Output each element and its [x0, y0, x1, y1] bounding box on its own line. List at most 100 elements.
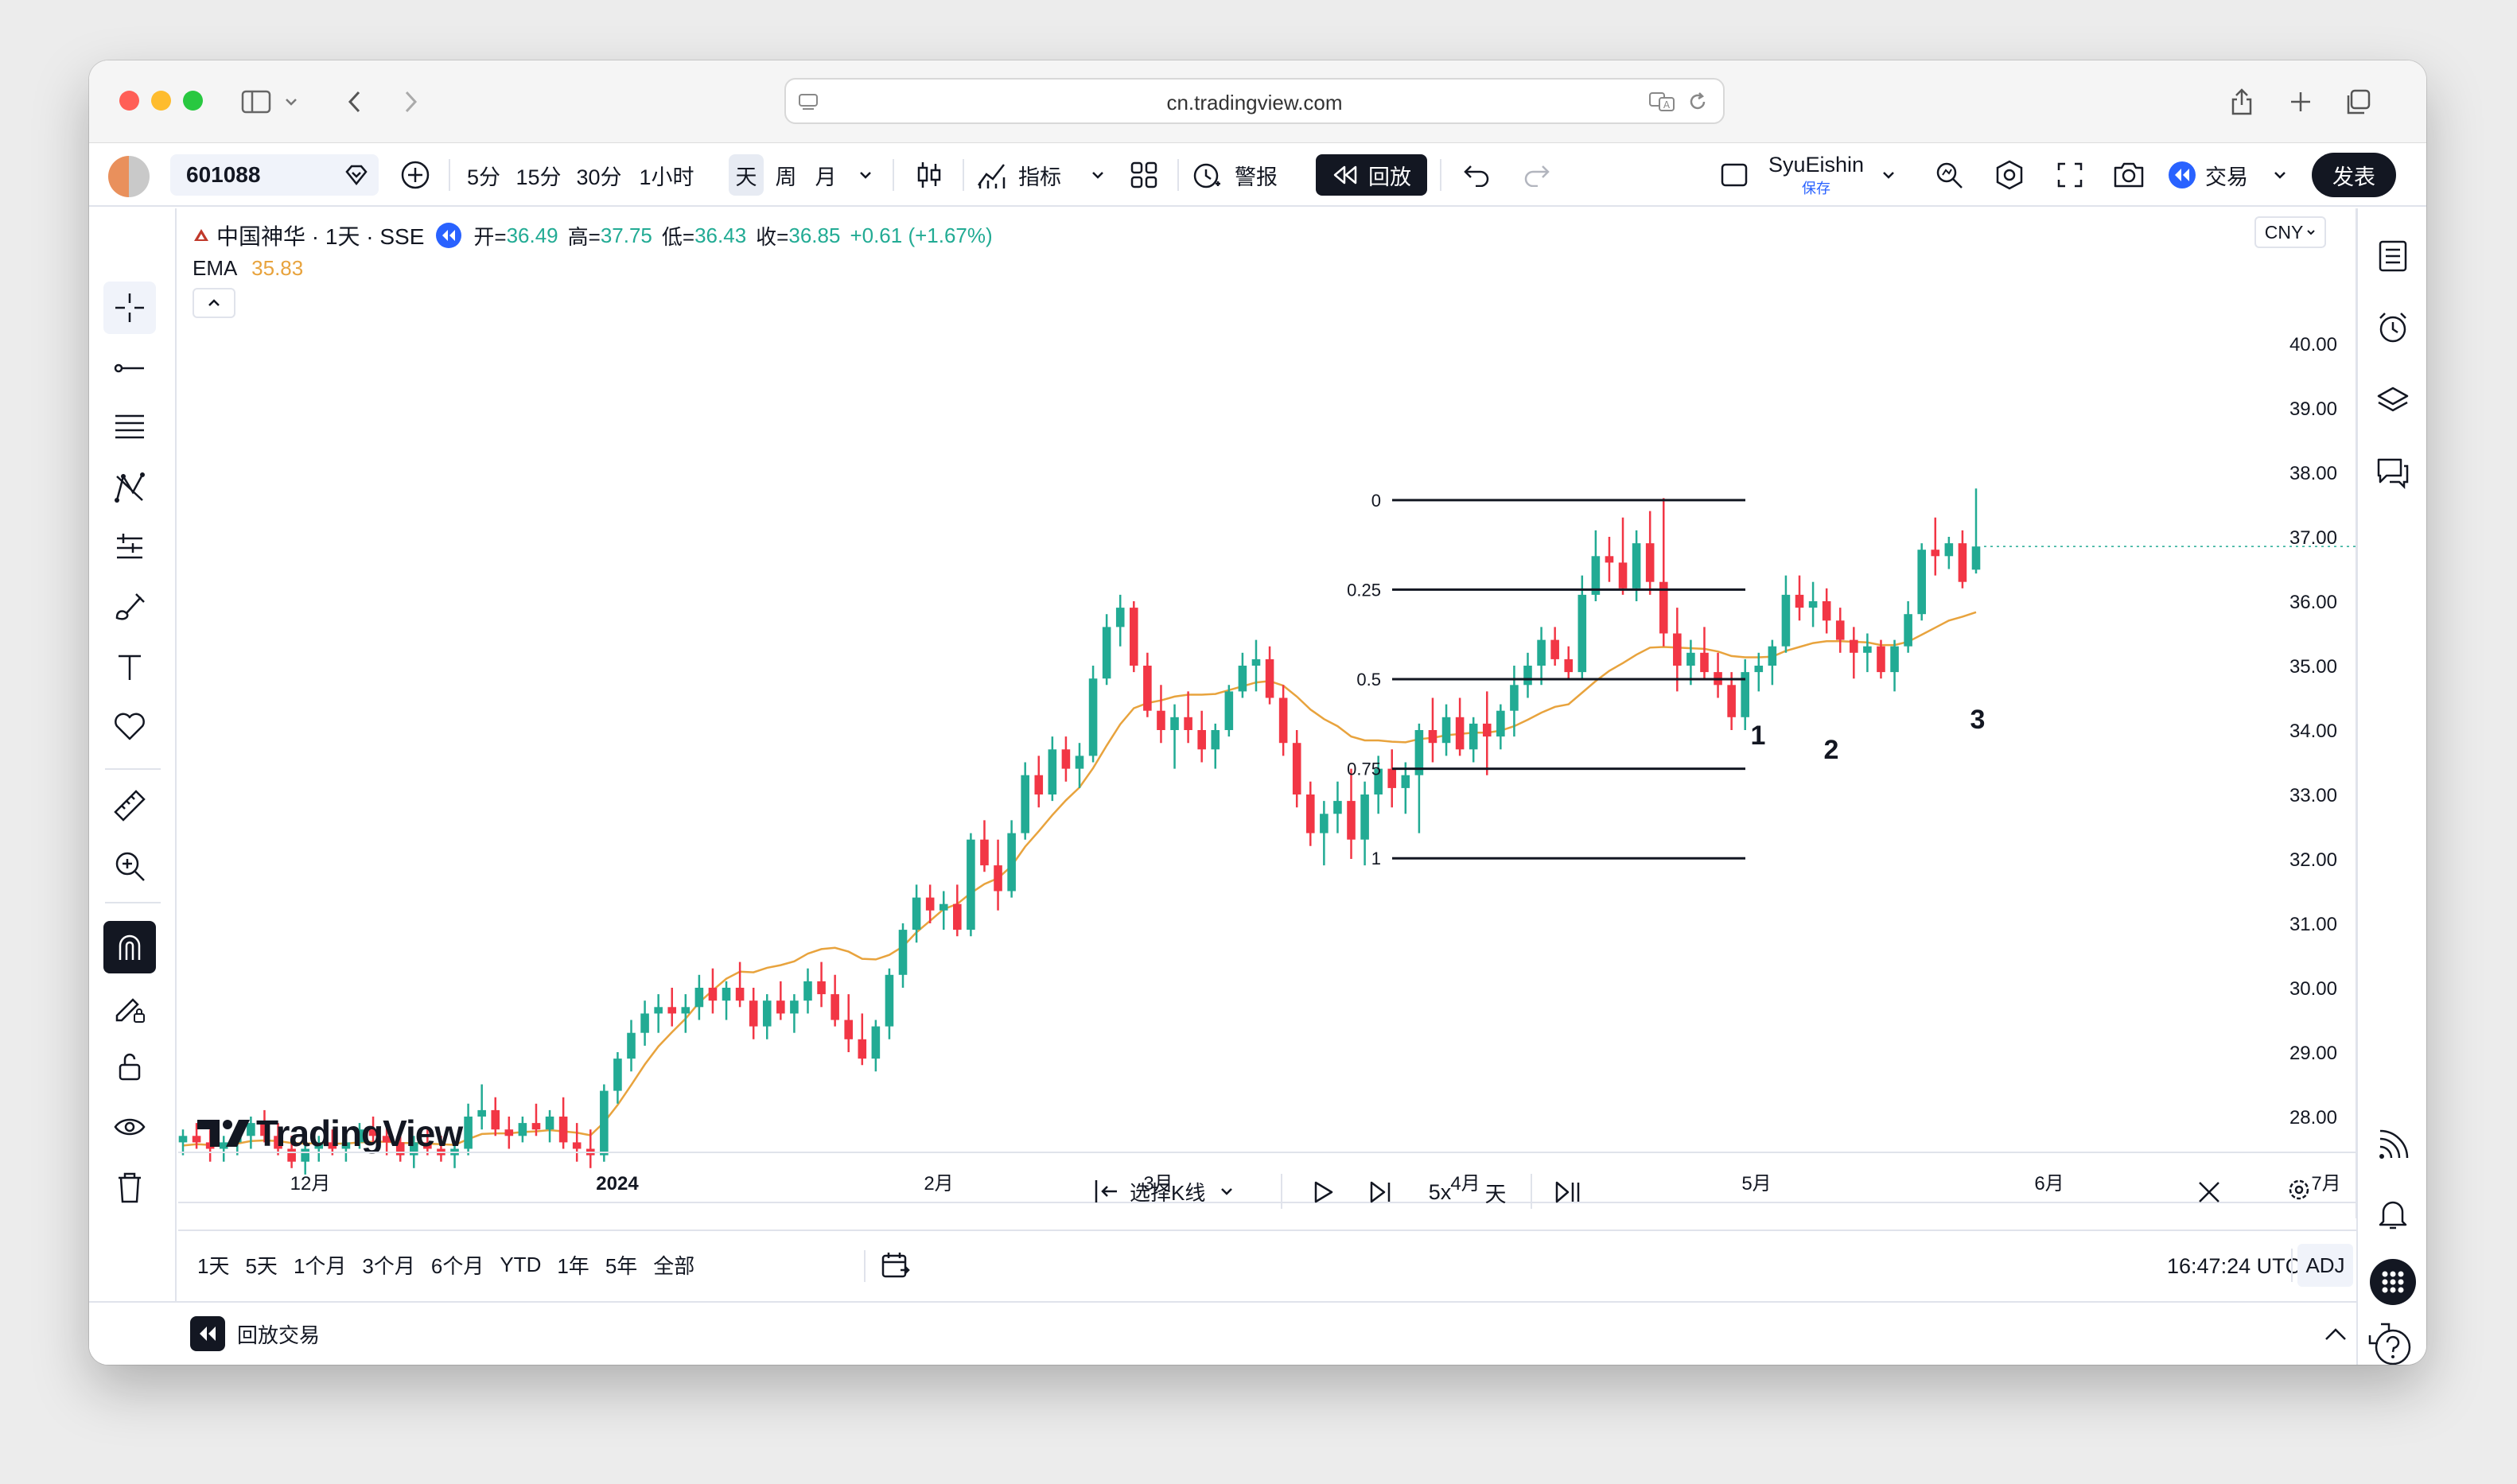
interval-5m[interactable]: 5分	[461, 154, 506, 196]
candle-body	[531, 1123, 541, 1130]
crosshair-tool[interactable]	[103, 282, 156, 334]
candle-body	[1034, 775, 1044, 794]
toolbar-divider	[1177, 159, 1179, 191]
range-ytd[interactable]: YTD	[492, 1253, 549, 1277]
stay-in-drawing-tool[interactable]	[103, 981, 156, 1034]
alert-button[interactable]: 警报	[1190, 154, 1287, 196]
symbol-type-icon[interactable]	[344, 162, 369, 193]
play-button[interactable]	[1303, 1172, 1343, 1212]
fib-tool[interactable]	[103, 401, 156, 453]
range-1d[interactable]: 1天	[189, 1250, 237, 1280]
go-to-date-button[interactable]	[875, 1247, 915, 1284]
close-window-button[interactable]	[119, 91, 139, 111]
interval-dropdown-button[interactable]	[850, 154, 881, 196]
reload-icon[interactable]	[1686, 91, 1709, 117]
share-icon[interactable]	[2223, 83, 2261, 121]
text-tool[interactable]	[103, 641, 156, 693]
range-6m[interactable]: 6个月	[423, 1250, 492, 1280]
symbol-legend[interactable]: 中国神华 · 1天 · SSE 开= 36.49 高= 37.75 低= 36.…	[193, 221, 993, 250]
snapshot-button[interactable]	[2107, 154, 2151, 196]
sidebar-toggle-icon[interactable]	[237, 83, 275, 121]
projection-tool[interactable]	[103, 522, 156, 574]
collapse-legend-button[interactable]	[193, 288, 235, 318]
tab-overview-icon[interactable]	[2339, 83, 2377, 121]
fullscreen-button[interactable]	[2048, 154, 2092, 196]
layout-dropdown-button[interactable]	[1874, 154, 1903, 196]
range-all[interactable]: 全部	[645, 1250, 702, 1280]
notifications-button[interactable]	[2367, 1188, 2418, 1239]
layouts-button[interactable]	[1122, 154, 1166, 196]
remove-drawings-tool[interactable]	[103, 1161, 156, 1214]
interval-1w[interactable]: 周	[768, 154, 803, 196]
measure-tool[interactable]	[103, 779, 156, 832]
adjust-data-toggle[interactable]: ADJ	[2297, 1244, 2353, 1287]
interval-30m[interactable]: 30分	[571, 154, 627, 196]
settings-button[interactable]	[1987, 154, 2032, 196]
indicators-dropdown-button[interactable]	[1083, 154, 1112, 196]
interval-15m[interactable]: 15分	[511, 154, 566, 196]
symbol-search[interactable]: 601088	[170, 154, 379, 196]
replay-trading-tab[interactable]: 回放交易	[189, 1315, 320, 1352]
brush-tool[interactable]	[103, 581, 156, 633]
pattern-tool[interactable]	[103, 461, 156, 514]
replay-interval-button[interactable]: 天	[1473, 1172, 1518, 1212]
zoom-window-button[interactable]	[183, 91, 203, 111]
avatar[interactable]	[108, 156, 150, 197]
lock-drawings-tool[interactable]	[103, 1040, 156, 1093]
expand-panel-button[interactable]	[2318, 1317, 2353, 1352]
quick-search-button[interactable]	[1927, 154, 1971, 196]
price-axis[interactable]: 40.00 39.00 38.00 37.00 36.00 35.00 34.00 33.00…	[1984, 208, 2356, 1218]
range-1m[interactable]: 1个月	[286, 1250, 354, 1280]
ema-legend[interactable]: EMA 35.83	[193, 256, 303, 281]
layout-name-button[interactable]: SyuEishin 保存	[1764, 153, 1868, 197]
range-5d[interactable]: 5天	[237, 1250, 285, 1280]
indicators-button[interactable]: 指标	[975, 154, 1079, 196]
apps-menu-button[interactable]	[2367, 1257, 2418, 1307]
interval-1h[interactable]: 1小时	[633, 154, 700, 196]
step-forward-button[interactable]	[1360, 1172, 1400, 1212]
translate-icon[interactable]: A	[1648, 91, 1675, 117]
publish-button[interactable]: 发表	[2312, 153, 2396, 197]
address-bar[interactable]: cn.tradingview.com A	[784, 78, 1725, 124]
chart-pane[interactable]: 40.00 39.00 38.00 37.00 36.00 35.00 34.00 33.00…	[178, 208, 2356, 1218]
icons-tool[interactable]	[103, 700, 156, 752]
trash-icon	[119, 1172, 141, 1203]
pencil-lock-icon	[115, 998, 145, 1023]
currency-selector[interactable]: CNY	[2254, 216, 2326, 248]
redo-button[interactable]	[1515, 154, 1559, 196]
chart-type-button[interactable]	[907, 154, 951, 196]
maximize-panel-button[interactable]	[2359, 1314, 2399, 1354]
chevron-down-icon[interactable]	[278, 83, 304, 121]
signals-button[interactable]	[2367, 1120, 2418, 1171]
range-1y[interactable]: 1年	[549, 1250, 597, 1280]
zoom-in-tool[interactable]	[103, 840, 156, 892]
jump-to-realtime-button[interactable]	[1548, 1172, 1588, 1212]
replay-button[interactable]: 回放	[1316, 154, 1427, 196]
interval-1mo[interactable]: 月	[808, 154, 843, 196]
range-5y[interactable]: 5年	[597, 1250, 645, 1280]
replay-speed-button[interactable]: 5x	[1416, 1172, 1464, 1212]
back-icon[interactable]	[336, 83, 374, 121]
trade-button[interactable]: 交易	[2167, 154, 2256, 196]
select-bar-button[interactable]: 选择K线	[1091, 1171, 1234, 1212]
interval-1d[interactable]: 天	[729, 154, 764, 196]
watchlist-button[interactable]	[2367, 231, 2418, 282]
compare-symbol-button[interactable]	[395, 154, 436, 196]
layout-checkbox[interactable]	[1712, 154, 1756, 196]
object-tree-button[interactable]	[2367, 375, 2418, 426]
hide-drawings-tool[interactable]	[103, 1101, 156, 1153]
trend-line-tool[interactable]	[103, 342, 156, 394]
chats-button[interactable]	[2367, 447, 2418, 498]
new-tab-icon[interactable]	[2282, 83, 2320, 121]
alerts-panel-button[interactable]	[2367, 302, 2418, 353]
forward-icon[interactable]	[391, 83, 430, 121]
close-replay-button[interactable]	[2189, 1172, 2229, 1212]
trade-dropdown-button[interactable]	[2262, 154, 2297, 196]
range-3m[interactable]: 3个月	[354, 1250, 422, 1280]
fib-retracement[interactable]: 0 0.25 0.5 0.75 1	[1347, 491, 1745, 868]
candle-body	[1007, 833, 1016, 892]
undo-button[interactable]	[1454, 154, 1499, 196]
chart-canvas[interactable]: 40.00 39.00 38.00 37.00 36.00 35.00 34.00 33.00…	[178, 208, 2356, 1218]
minimize-window-button[interactable]	[151, 91, 171, 111]
magnet-tool[interactable]	[103, 921, 156, 973]
